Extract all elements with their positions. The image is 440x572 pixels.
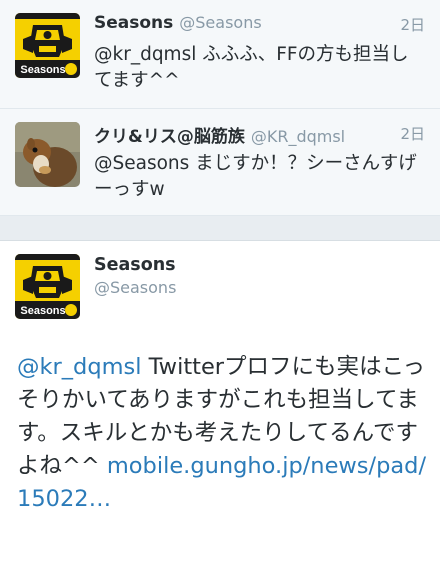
tweet-text: @kr_dqmsl ふふふ、FFの方も担当してます^^ <box>94 42 419 94</box>
tweet-reply-2[interactable]: クリ&リス@脳筋族 @KR_dqmsl 2日 @Seasons まじすか！？シーさ… <box>0 109 440 216</box>
mention-link[interactable]: @kr_dqmsl <box>17 354 142 380</box>
helmet-emblem-icon: Seasons <box>15 254 80 319</box>
author-display-name[interactable]: Seasons <box>94 255 176 275</box>
author-display-name[interactable]: クリ&リス@脳筋族 <box>94 127 245 147</box>
tweet-timestamp: 2日 <box>400 125 425 143</box>
author-display-name[interactable]: Seasons <box>94 13 173 33</box>
tweet-text: @kr_dqmsl Twitterプロフにも実はこっそりかいてありますがこれも担… <box>17 351 427 516</box>
squirrel-avatar[interactable] <box>15 122 80 187</box>
author-handle[interactable]: @KR_dqmsl <box>251 127 345 146</box>
tweet-timestamp: 2日 <box>400 16 425 34</box>
avatar-label: Seasons <box>20 64 65 76</box>
main-tweet: Seasons Seasons @Seasons @kr_dqmsl Twitt… <box>0 241 440 572</box>
avatar-label: Seasons <box>20 305 65 317</box>
section-divider <box>0 216 440 241</box>
author-handle[interactable]: @Seasons <box>94 278 176 297</box>
mention-link[interactable]: @Seasons <box>94 153 189 174</box>
seasons-avatar[interactable]: Seasons <box>15 254 80 319</box>
seasons-avatar[interactable]: Seasons <box>15 13 80 78</box>
author-name[interactable]: Seasons @Seasons <box>94 13 262 33</box>
squirrel-photo-icon <box>15 122 80 187</box>
tweet-text: @Seasons まじすか！？シーさんすげーっすw <box>94 151 419 203</box>
helmet-emblem-icon: Seasons <box>15 13 80 78</box>
author-handle[interactable]: @Seasons <box>179 13 261 32</box>
tweet-reply-1[interactable]: Seasons Seasons @Seasons 2日 @kr_dqmsl ふふふ… <box>0 0 440 109</box>
mention-link[interactable]: @kr_dqmsl <box>94 44 196 65</box>
author-name[interactable]: クリ&リス@脳筋族 @KR_dqmsl <box>94 122 345 147</box>
